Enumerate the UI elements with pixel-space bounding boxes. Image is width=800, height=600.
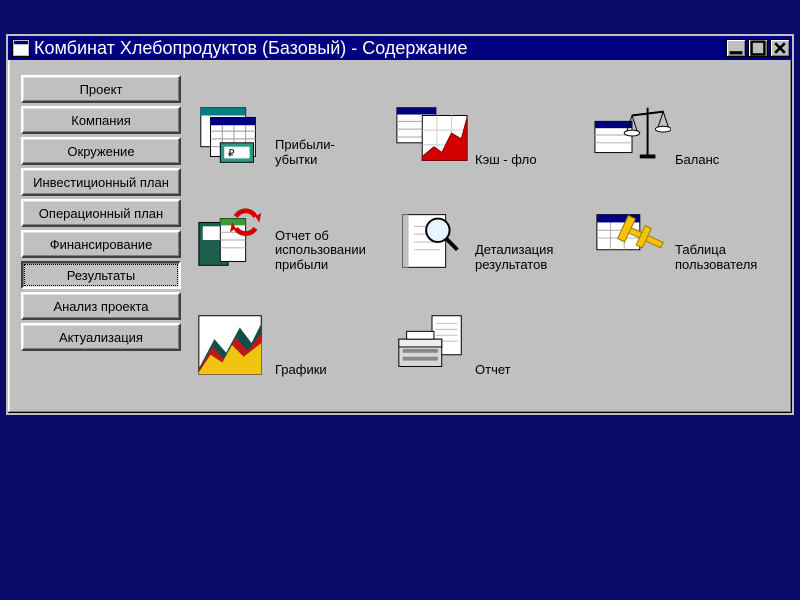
sidebar-item-label: Окружение: [67, 144, 134, 159]
sidebar-item-financing[interactable]: Финансирование: [21, 230, 181, 258]
printer-report-icon: [393, 309, 471, 381]
tile-label: Таблица пользователя: [675, 243, 757, 276]
tile-profit-loss[interactable]: ₽ Прибыли- убытки: [191, 72, 379, 177]
sidebar-item-project-analysis[interactable]: Анализ проекта: [21, 292, 181, 320]
sidebar-item-project[interactable]: Проект: [21, 75, 181, 103]
client-area: Проект Компания Окружение Инвестиционный…: [13, 64, 787, 408]
spreadsheets-icon: ₽: [193, 99, 271, 171]
sidebar-item-actualization[interactable]: Актуализация: [21, 323, 181, 351]
caliper-table-icon: [593, 204, 671, 276]
content-area: ₽ Прибыли- убытки: [191, 72, 779, 400]
sidebar-item-label: Инвестиционный план: [33, 175, 169, 190]
tile-label: Баланс: [675, 153, 719, 171]
tile-cash-flow[interactable]: Кэш - фло: [391, 72, 579, 177]
sidebar-item-label: Операционный план: [39, 206, 163, 221]
tile-label: Детализация результатов: [475, 243, 553, 276]
sidebar-item-label: Результаты: [67, 268, 135, 283]
sidebar-item-label: Финансирование: [50, 237, 153, 252]
sidebar-item-operational-plan[interactable]: Операционный план: [21, 199, 181, 227]
window-title: Комбинат Хлебопродуктов (Базовый) - Соде…: [34, 38, 726, 59]
minimize-button[interactable]: [726, 39, 746, 57]
sidebar-item-label: Актуализация: [59, 330, 143, 345]
tile-grid: ₽ Прибыли- убытки: [191, 72, 779, 387]
sidebar-item-label: Проект: [80, 82, 123, 97]
sidebar-item-results[interactable]: Результаты: [21, 261, 181, 289]
close-button[interactable]: [770, 39, 790, 57]
sidebar-item-environment[interactable]: Окружение: [21, 137, 181, 165]
cashflow-chart-icon: [393, 99, 471, 171]
magnifier-document-icon: [393, 204, 471, 276]
balance-scale-icon: [593, 99, 671, 171]
tile-label: Отчет об использовании прибыли: [275, 229, 366, 276]
area-chart-icon: [193, 309, 271, 381]
app-window: Комбинат Хлебопродуктов (Базовый) - Соде…: [6, 34, 794, 415]
maximize-button[interactable]: [748, 39, 768, 57]
system-menu-icon[interactable]: [12, 39, 30, 57]
tile-label: Графики: [275, 363, 327, 381]
tile-result-details[interactable]: Детализация результатов: [391, 177, 579, 282]
sidebar-item-label: Компания: [71, 113, 131, 128]
tile-profit-usage-report[interactable]: Отчет об использовании прибыли: [191, 177, 379, 282]
sidebar: Проект Компания Окружение Инвестиционный…: [21, 72, 181, 400]
titlebar: Комбинат Хлебопродуктов (Базовый) - Соде…: [8, 36, 792, 60]
recycle-report-icon: [193, 204, 271, 276]
tile-label: Прибыли- убытки: [275, 138, 335, 171]
tile-report[interactable]: Отчет: [391, 282, 579, 387]
tile-balance[interactable]: Баланс: [591, 72, 779, 177]
svg-text:₽: ₽: [228, 148, 235, 159]
sidebar-item-company[interactable]: Компания: [21, 106, 181, 134]
tile-label: Отчет: [475, 363, 511, 381]
tile-user-table[interactable]: Таблица пользователя: [591, 177, 779, 282]
tile-label: Кэш - фло: [475, 153, 537, 171]
sidebar-item-investment-plan[interactable]: Инвестиционный план: [21, 168, 181, 196]
tile-charts[interactable]: Графики: [191, 282, 379, 387]
sidebar-item-label: Анализ проекта: [53, 299, 148, 314]
window-controls: [726, 39, 790, 57]
